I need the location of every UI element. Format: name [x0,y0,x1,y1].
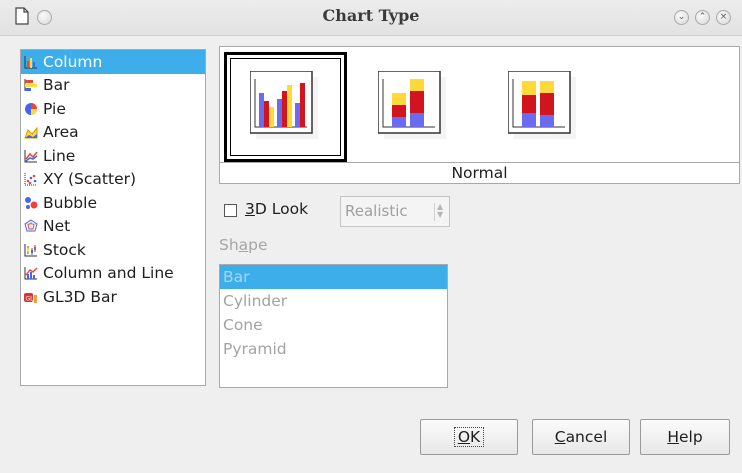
ok-button[interactable]: OK [420,419,518,455]
window-title: Chart Type [322,6,420,25]
chart-type-pie[interactable]: Pie [21,97,205,121]
chart-type-column-and-line[interactable]: Column and Line [21,262,205,286]
label-text: ancel [565,428,608,446]
shape-option-pyramid[interactable]: Pyramid [220,337,447,361]
chart-type-bar[interactable]: Bar [21,74,205,98]
chart-type-label: GL3D Bar [43,287,117,306]
percent-stacked-column-icon [507,71,576,139]
chart-type-label: Column [43,52,103,71]
chart-type-column[interactable]: Column [21,50,205,74]
chart-type-label: XY (Scatter) [43,170,137,189]
stacked-column-icon [377,71,446,139]
shape-option-bar[interactable]: Bar [220,265,447,289]
chart-type-scatter[interactable]: XY (Scatter) [21,168,205,192]
shape-option-cylinder[interactable]: Cylinder [220,289,447,313]
chart-type-label: Bar [43,76,70,95]
line-chart-icon [24,149,38,163]
3d-scheme-select[interactable]: Realistic ▲ ▼ [340,196,450,227]
chart-type-gl3d-bar[interactable]: GL GL3D Bar [21,285,205,309]
gl3d-bar-chart-icon: GL [24,292,37,303]
chart-type-label: Area [43,123,79,142]
chart-type-list[interactable]: Column Bar Pie Area Line XY (Scatter) Bu… [20,49,206,386]
maximize-icon[interactable]: ⌃ [695,10,710,25]
net-chart-icon [24,219,38,233]
mnemonic: a [238,236,249,254]
variant-normal[interactable] [224,52,347,162]
label: OK [453,427,485,447]
chart-type-net[interactable]: Net [21,215,205,239]
title-bar: Chart Type ⌄ ⌃ × [0,0,742,36]
3d-look-checkbox[interactable] [224,204,237,217]
normal-column-icon [249,71,318,139]
chart-type-label: Line [43,146,76,165]
chart-type-bubble[interactable]: Bubble [21,191,205,215]
column-chart-icon [24,55,37,69]
column-line-chart-icon [24,267,38,280]
chart-type-label: Pie [43,99,66,118]
minimize-icon[interactable]: ⌄ [674,10,689,25]
help-button[interactable]: Help [640,419,730,455]
area-chart-icon [24,126,38,139]
spin-arrows-icon: ▲ ▼ [434,203,444,221]
label-text: elp [678,428,703,446]
stock-chart-icon [24,243,37,257]
bar-chart-icon [24,79,37,92]
mnemonic: 3 [245,200,255,218]
label-text: D Look [254,200,309,218]
shape-list[interactable]: Bar Cylinder Cone Pyramid [219,264,448,388]
variant-caption: Normal [220,162,739,184]
mnemonic: C [554,428,566,446]
label-text: pe [248,236,268,254]
chart-type-label: Column and Line [43,264,174,283]
chart-variant-gallery[interactable]: Normal [219,46,740,184]
shape-option-cone[interactable]: Cone [220,313,447,337]
3d-look-label[interactable]: 3D Look [245,200,308,218]
chart-type-label: Bubble [43,193,97,212]
label-text: K [470,428,481,446]
chart-type-stock[interactable]: Stock [21,238,205,262]
shape-heading: Shape [219,236,268,254]
cancel-button[interactable]: Cancel [532,419,630,455]
bubble-chart-icon [25,196,38,209]
chart-type-line[interactable]: Line [21,144,205,168]
scatter-chart-icon [24,173,37,186]
selected-value: Realistic [345,202,408,220]
pie-chart-icon [25,102,37,115]
mnemonic: O [457,428,471,446]
chart-type-area[interactable]: Area [21,121,205,145]
close-icon[interactable]: × [716,10,731,25]
chart-type-label: Stock [43,240,86,259]
mnemonic: H [667,428,679,446]
svg-text:GL: GL [26,295,35,302]
label-text: Sh [219,236,239,254]
variant-stacked[interactable] [352,52,475,162]
chart-type-label: Net [43,217,71,236]
variant-percent-stacked[interactable] [482,52,605,162]
